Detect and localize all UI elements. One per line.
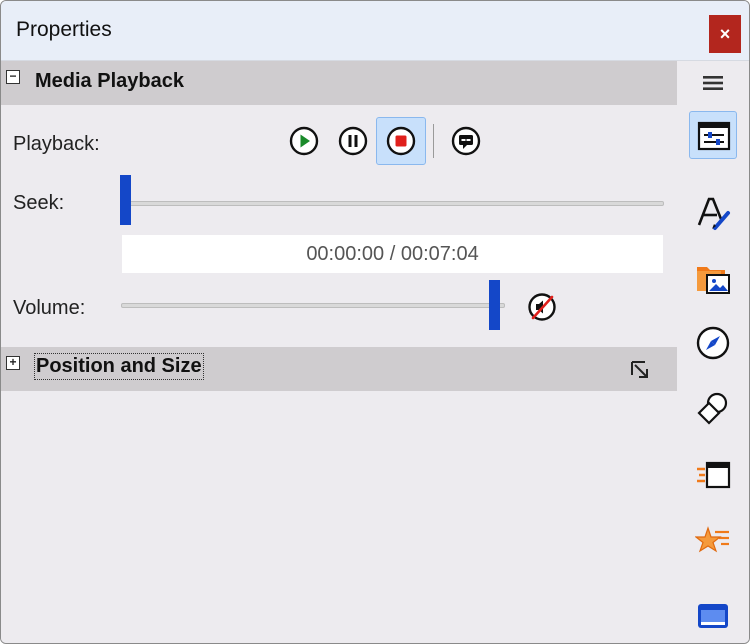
media-properties-icon	[697, 121, 731, 151]
popout-icon[interactable]	[629, 359, 651, 381]
sidebar-media-properties[interactable]	[689, 111, 737, 159]
sidebar-transition[interactable]	[689, 451, 737, 499]
sidebar-text-style[interactable]	[689, 189, 737, 237]
sidebar-shapes[interactable]	[689, 385, 737, 433]
pause-icon[interactable]	[337, 125, 369, 157]
seek-slider-thumb[interactable]	[120, 175, 131, 225]
shapes-icon	[697, 392, 728, 425]
seek-label: Seek:	[13, 192, 65, 214]
mute-icon[interactable]	[525, 290, 559, 324]
navigation-compass-icon	[696, 326, 730, 360]
sidebar-image-folder[interactable]	[689, 253, 737, 301]
transition-icon	[697, 461, 731, 489]
properties-window: Properties × − Media Playback Playback:	[0, 0, 750, 644]
hamburger-menu-icon[interactable]	[701, 73, 725, 93]
sidebar-animation[interactable]	[689, 517, 737, 565]
title-bar: Properties ×	[1, 1, 749, 61]
volume-label: Volume:	[13, 297, 86, 319]
stop-button[interactable]	[376, 117, 426, 165]
window-title: Properties	[16, 18, 112, 41]
close-button[interactable]: ×	[709, 15, 741, 53]
animation-star-icon	[695, 526, 729, 553]
volume-slider-track[interactable]	[121, 303, 505, 308]
tool-sidebar	[677, 61, 749, 643]
time-display: 00:00:00 / 00:07:04	[122, 235, 663, 273]
position-size-header[interactable]: + Position and Size	[1, 347, 677, 391]
subtitle-icon[interactable]	[450, 125, 482, 157]
seek-slider-track[interactable]	[122, 201, 664, 206]
image-folder-icon	[697, 267, 730, 294]
position-size-title: Position and Size	[34, 353, 204, 380]
playback-label: Playback:	[13, 133, 100, 155]
media-playback-title: Media Playback	[35, 70, 184, 92]
collapse-toggle[interactable]: −	[6, 70, 20, 84]
properties-content: − Media Playback Playback: Seek: 00:00:0…	[1, 61, 677, 643]
media-playback-header[interactable]: − Media Playback	[1, 61, 677, 105]
sidebar-navigation[interactable]	[689, 319, 737, 367]
play-icon[interactable]	[288, 125, 320, 157]
volume-slider-thumb[interactable]	[489, 280, 500, 330]
stop-icon	[386, 126, 416, 156]
toolbar-divider	[433, 124, 434, 158]
expand-toggle[interactable]: +	[6, 356, 20, 370]
sidebar-frame[interactable]	[689, 591, 737, 639]
text-style-icon	[697, 197, 730, 230]
frame-icon	[698, 604, 728, 628]
